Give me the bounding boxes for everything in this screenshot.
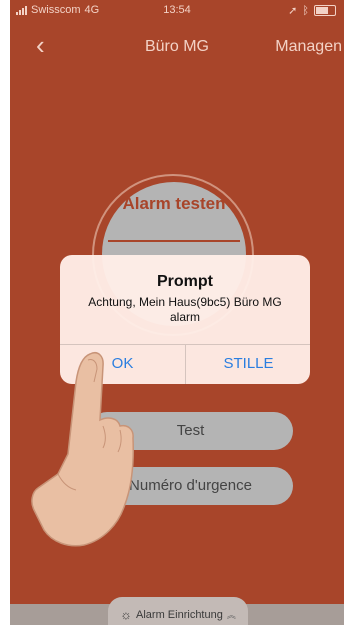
battery-icon: [314, 5, 336, 16]
manage-button[interactable]: Managen: [275, 38, 342, 56]
alarm-setup-tab-content[interactable]: ☼ Alarm Einrichtung ︽: [108, 604, 248, 625]
alarm-divider: [108, 240, 240, 242]
alarm-test-label: Alarm testen: [122, 194, 226, 213]
pointing-hand-image: [31, 352, 134, 547]
dialog-title: Prompt: [157, 273, 213, 290]
lightbulb-icon: ☼: [120, 607, 133, 622]
app-screen: Swisscom 4G 13:54 ➚ ᛒ ‹ Büro MG Managen …: [10, 0, 344, 625]
chevron-up-icon: ︽: [226, 610, 236, 620]
status-right: ➚ ᛒ: [288, 4, 336, 17]
bluetooth-icon: ᛒ: [302, 4, 309, 17]
nav-bar: ‹ Büro MG Managen: [10, 28, 344, 68]
status-bar: Swisscom 4G 13:54 ➚ ᛒ: [10, 0, 344, 20]
dialog-message: Achtung, Mein Haus(9bc5) Büro MG alarm: [88, 295, 282, 324]
alarm-setup-label: Alarm Einrichtung: [136, 608, 223, 621]
location-icon: ➚: [288, 5, 298, 17]
stille-button[interactable]: STILLE: [186, 344, 310, 384]
